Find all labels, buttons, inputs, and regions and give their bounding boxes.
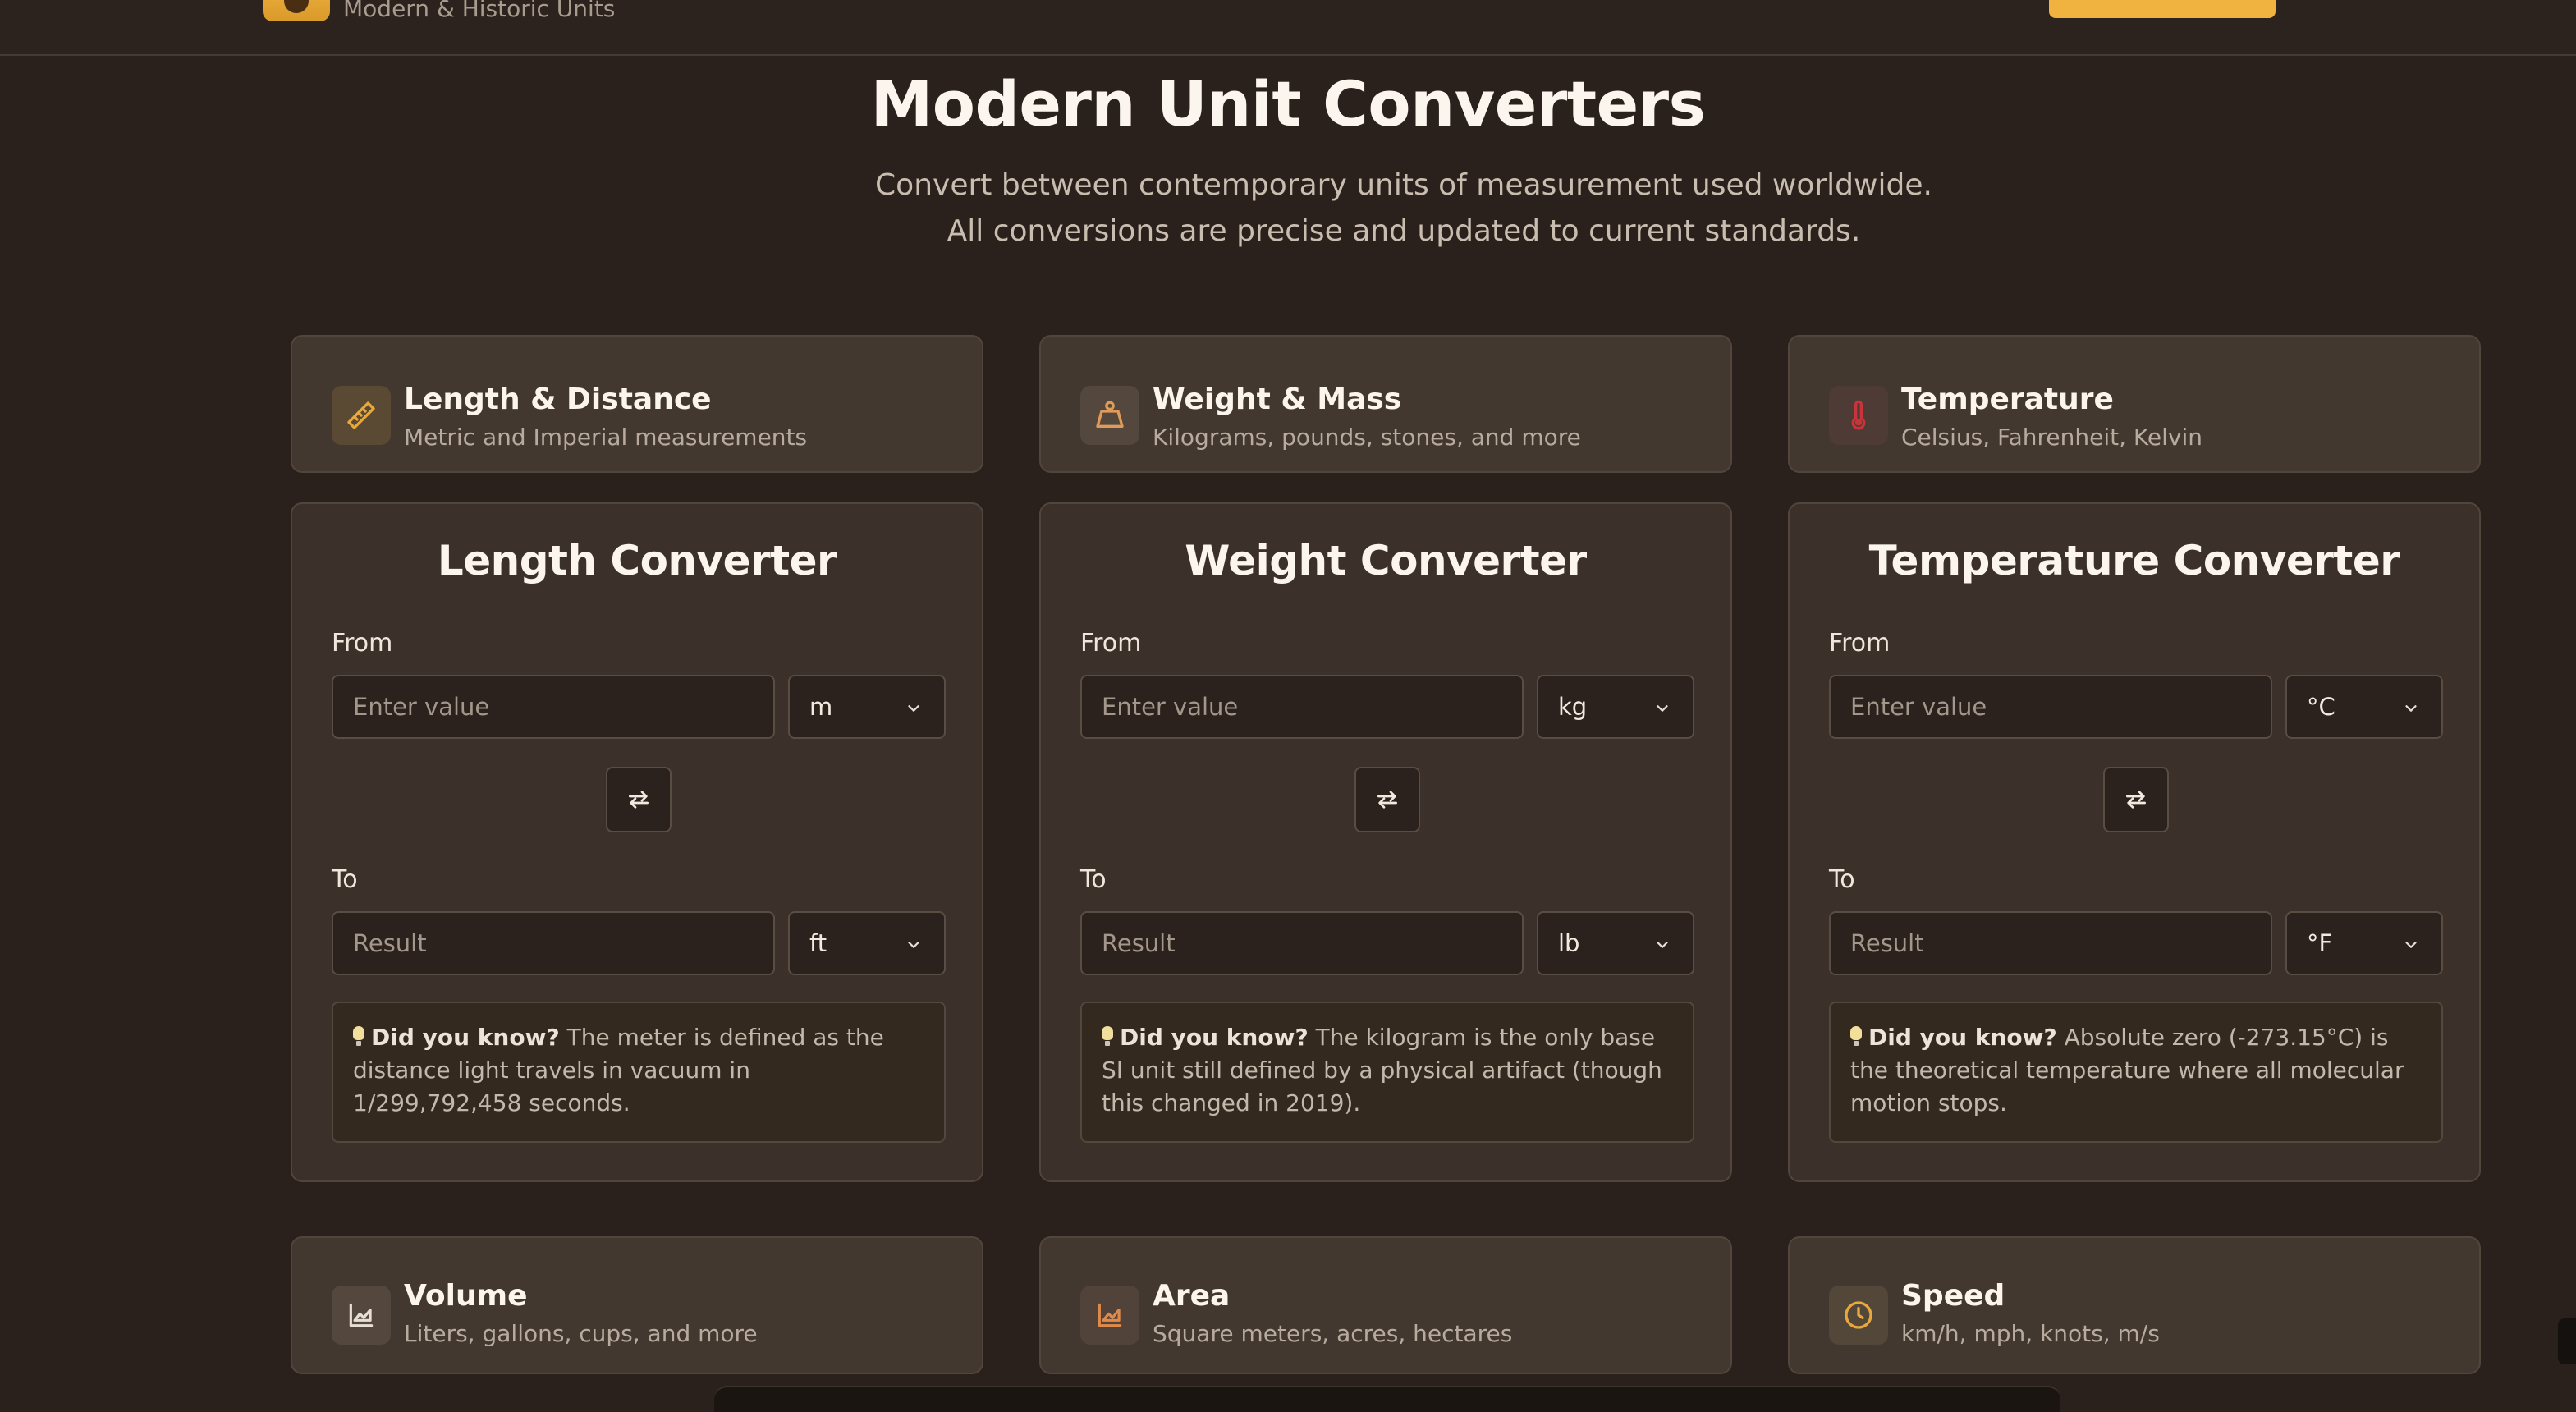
category-title: Volume: [404, 1279, 528, 1313]
converter-title: Length Converter: [437, 537, 837, 585]
did-you-know-tip: Did you know? The meter is defined as th…: [332, 1002, 946, 1143]
chart-icon: [1080, 1286, 1139, 1345]
category-card-length[interactable]: Length & Distance Metric and Imperial me…: [291, 335, 983, 473]
temperature-converter-card: Temperature Converter From °C To °F Did …: [1788, 502, 2481, 1182]
weight-icon: [1080, 386, 1139, 445]
thermometer-icon: [1829, 386, 1888, 445]
swap-arrows-icon: [1377, 791, 1397, 809]
category-title: Speed: [1901, 1279, 2005, 1313]
select-value: kg: [1558, 693, 1588, 721]
converter-title: Weight Converter: [1185, 537, 1587, 585]
from-value-input[interactable]: [1829, 675, 2272, 739]
category-card-temperature[interactable]: Temperature Celsius, Fahrenheit, Kelvin: [1788, 335, 2481, 473]
from-label: From: [1080, 629, 1142, 658]
chevron-down-icon: [1657, 942, 1668, 948]
category-title: Weight & Mass: [1153, 383, 1402, 416]
category-description: Kilograms, pounds, stones, and more: [1153, 424, 1581, 451]
chevron-down-icon: [908, 705, 919, 712]
ruler-icon: [332, 386, 391, 445]
to-unit-select[interactable]: °F: [2285, 911, 2443, 975]
did-you-know-tip: Did you know? The kilogram is the only b…: [1080, 1002, 1694, 1143]
lightbulb-icon: [1850, 1026, 1862, 1048]
category-card-speed[interactable]: Speed km/h, mph, knots, m/s: [1788, 1236, 2481, 1374]
from-unit-select[interactable]: kg: [1537, 675, 1694, 739]
select-value: °F: [2307, 929, 2333, 957]
from-value-input[interactable]: [1080, 675, 1524, 739]
category-card-area[interactable]: Area Square meters, acres, hectares: [1039, 1236, 1732, 1374]
to-label: To: [332, 865, 358, 894]
from-value-input[interactable]: [332, 675, 775, 739]
from-unit-select[interactable]: °C: [2285, 675, 2443, 739]
to-unit-select[interactable]: lb: [1537, 911, 1694, 975]
swap-units-button[interactable]: [1354, 767, 1420, 832]
did-you-know-tip: Did you know? Absolute zero (-273.15°C) …: [1829, 1002, 2443, 1143]
clock-icon: [1829, 1286, 1888, 1345]
result-output[interactable]: [332, 911, 775, 975]
tip-prefix: Did you know?: [1120, 1024, 1309, 1051]
swap-arrows-icon: [2126, 791, 2146, 809]
tip-prefix: Did you know?: [1868, 1024, 2057, 1051]
tip-prefix: Did you know?: [371, 1024, 560, 1051]
length-converter-card: Length Converter From m To ft Did you kn…: [291, 502, 983, 1182]
category-description: Liters, gallons, cups, and more: [404, 1320, 758, 1347]
category-card-weight[interactable]: Weight & Mass Kilograms, pounds, stones,…: [1039, 335, 1732, 473]
select-value: lb: [1558, 929, 1580, 957]
result-output[interactable]: [1080, 911, 1524, 975]
to-label: To: [1080, 865, 1107, 894]
select-value: ft: [809, 929, 827, 957]
select-value: °C: [2307, 693, 2335, 721]
header-cta-button[interactable]: [2049, 0, 2276, 18]
category-description: Celsius, Fahrenheit, Kelvin: [1901, 424, 2202, 451]
from-label: From: [1829, 629, 1891, 658]
chevron-down-icon: [1657, 705, 1668, 712]
page-subtitle: Convert between contemporary units of me…: [875, 168, 1932, 248]
select-value: m: [809, 693, 833, 721]
lightbulb-icon: [353, 1026, 364, 1048]
chevron-down-icon: [2405, 942, 2417, 948]
from-label: From: [332, 629, 393, 658]
swap-units-button[interactable]: [2103, 767, 2169, 832]
page-title: Modern Unit Converters: [870, 67, 1706, 140]
category-title: Temperature: [1901, 383, 2114, 416]
category-title: Length & Distance: [404, 383, 712, 416]
floating-bottom-bar[interactable]: [714, 1386, 2060, 1412]
chart-icon: [332, 1286, 391, 1345]
from-unit-select[interactable]: m: [788, 675, 946, 739]
chevron-down-icon: [2405, 705, 2417, 712]
converter-title: Temperature Converter: [1868, 537, 2400, 585]
swap-arrows-icon: [629, 791, 649, 809]
weight-converter-card: Weight Converter From kg To lb Did you k…: [1039, 502, 1732, 1182]
category-description: Square meters, acres, hectares: [1153, 1320, 1513, 1347]
result-output[interactable]: [1829, 911, 2272, 975]
to-unit-select[interactable]: ft: [788, 911, 946, 975]
category-description: km/h, mph, knots, m/s: [1901, 1320, 2160, 1347]
brand-subtitle: Modern & Historic Units: [343, 0, 616, 22]
top-navigation-bar: Modern & Historic Units: [0, 0, 2576, 56]
chevron-down-icon: [908, 942, 919, 948]
to-label: To: [1829, 865, 1855, 894]
category-title: Area: [1153, 1279, 1231, 1313]
side-edge-tab[interactable]: [2558, 1318, 2576, 1364]
swap-units-button[interactable]: [606, 767, 672, 832]
category-card-volume[interactable]: Volume Liters, gallons, cups, and more: [291, 1236, 983, 1374]
logo-icon[interactable]: [263, 0, 330, 21]
lightbulb-icon: [1102, 1026, 1113, 1048]
category-description: Metric and Imperial measurements: [404, 424, 808, 451]
